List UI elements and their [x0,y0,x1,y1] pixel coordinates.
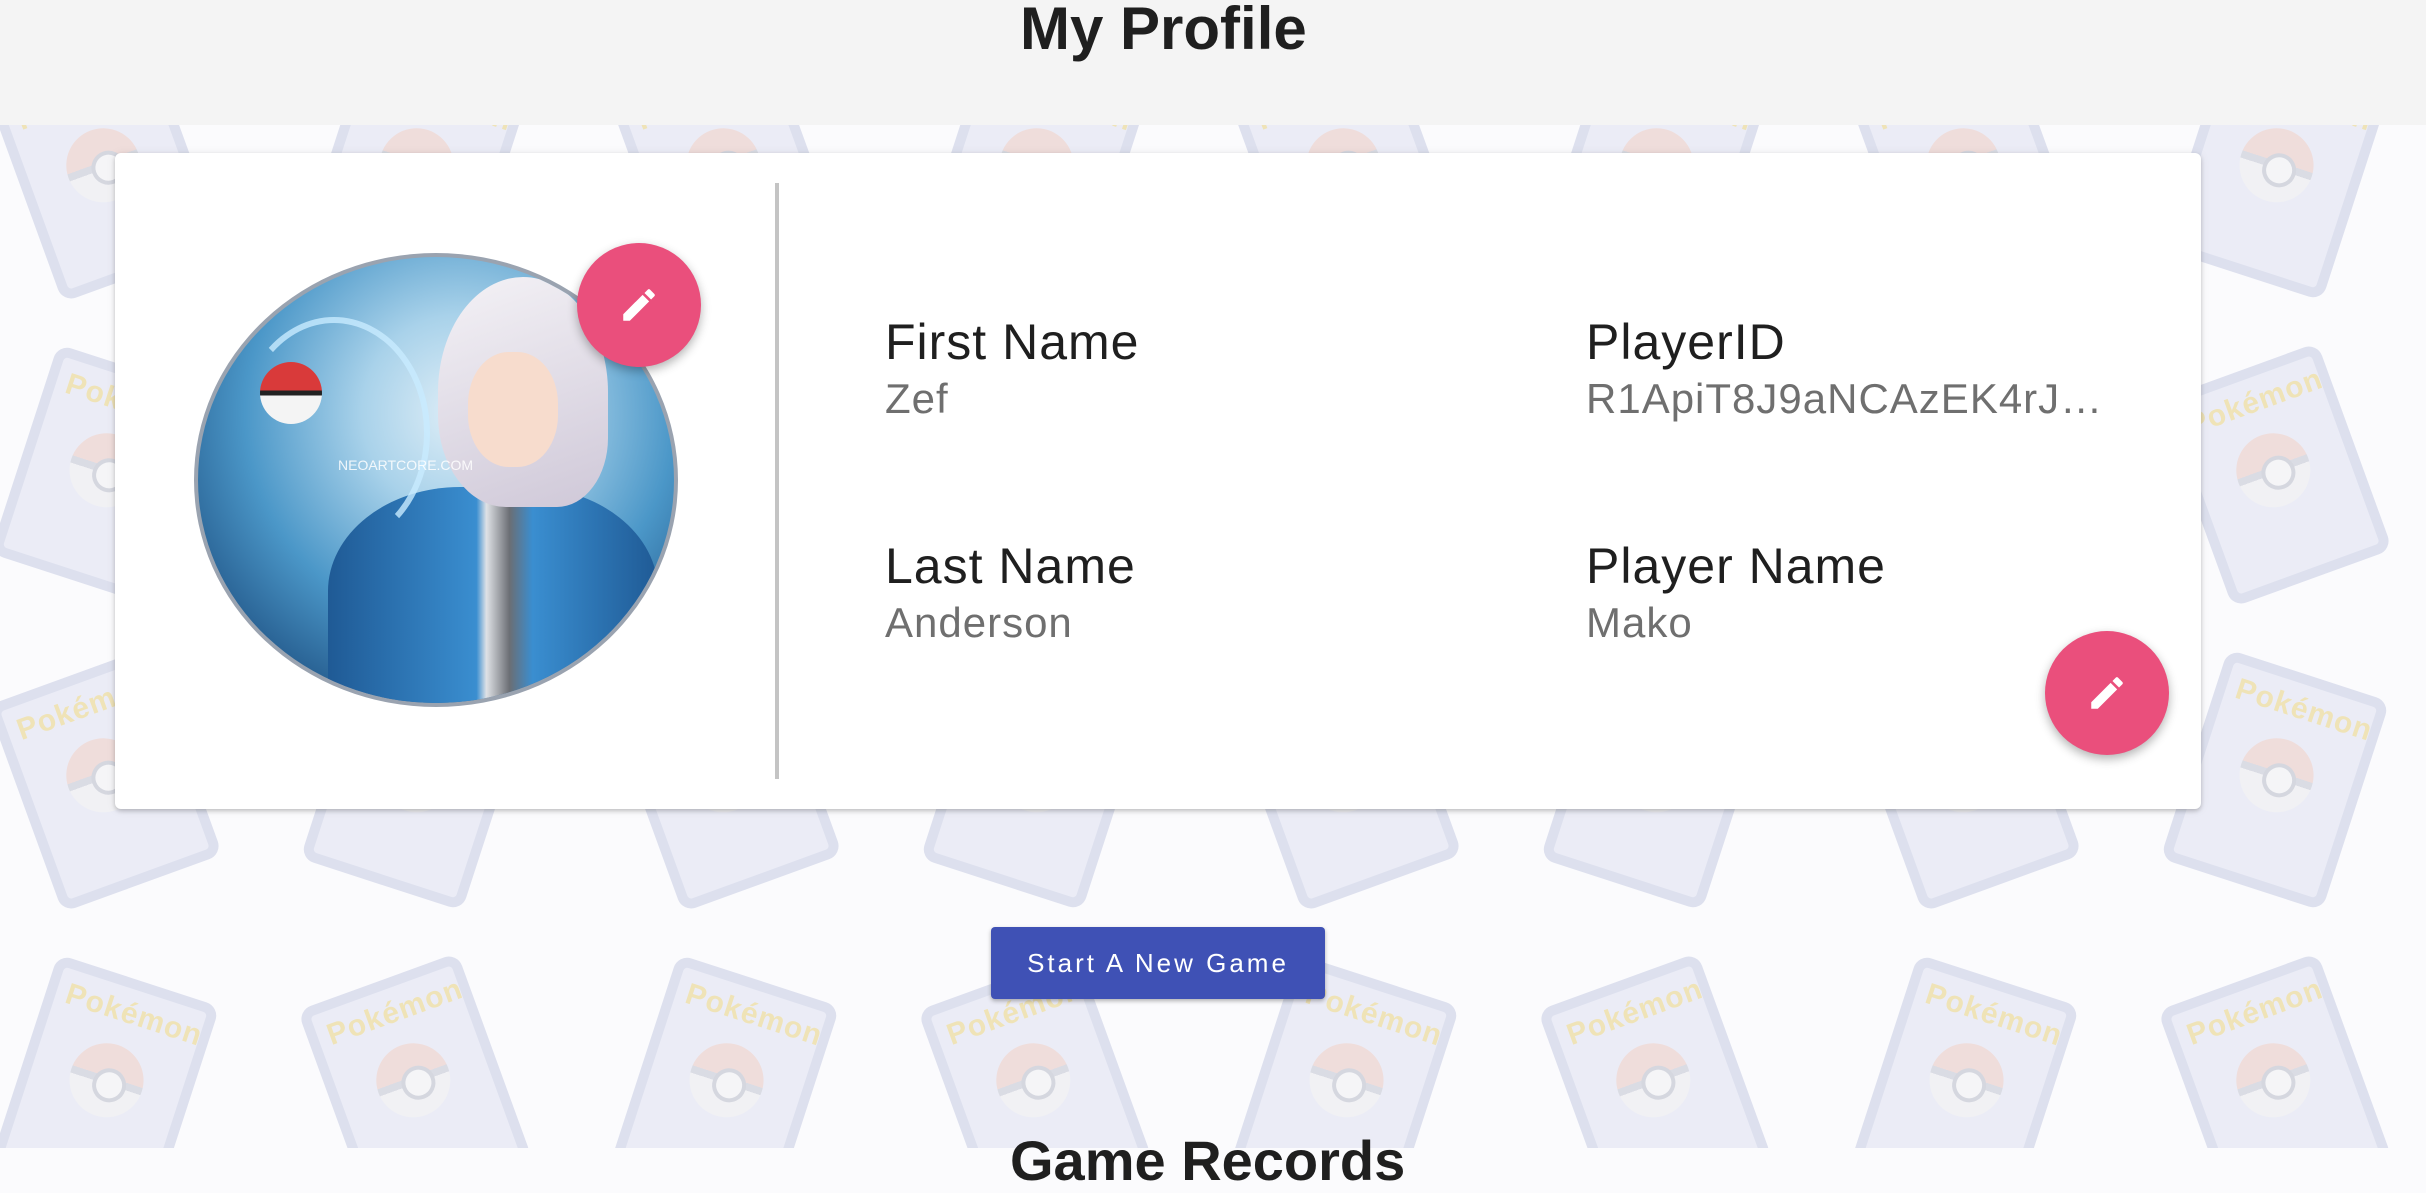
page-title: My Profile [1020,0,1307,62]
game-records-heading: Game Records [1010,1129,1406,1192]
background-card: Pokémon [2157,952,2393,1148]
player-name-label: Player Name [1586,538,1886,594]
first-name-value: Zef [885,375,949,422]
background-card-word: Pokémon [681,977,827,1053]
vertical-divider [775,183,779,779]
edit-profile-button[interactable] [2045,631,2169,755]
background-card-word: Pokémon [322,972,468,1052]
header-bar: My Profile [0,0,2426,125]
background-card: Pokémon [297,952,533,1148]
avatar-watermark: NEOARTCORE.COM [338,457,474,473]
background-card-word: Pokémon [2182,972,2328,1052]
background-card-word: Pokémon [2182,362,2328,442]
background-card-word: Pokémon [1921,977,2067,1053]
last-name-value: Anderson [885,599,1073,646]
first-name-label: First Name [885,314,1140,370]
pokeball-icon [260,362,322,424]
background-card: Pokémon [0,954,220,1148]
player-id-value: R1ApiT8J9aNCAzEK4rJO… [1586,375,2126,422]
background-card: Pokémon [610,954,840,1148]
profile-card: NEOARTCORE.COM First Name Zef Last Name … [115,153,2201,809]
background-card: Pokémon [1850,954,2080,1148]
player-id-label: PlayerID [1586,314,1786,370]
background-card: Pokémon [1537,952,1773,1148]
last-name-label: Last Name [885,538,1136,594]
start-new-game-button[interactable]: Start A New Game [991,927,1325,999]
pencil-icon [623,289,655,321]
player-name-value: Mako [1586,599,1693,646]
background-card-word: Pokémon [2231,672,2377,748]
background-card-word: Pokémon [61,977,207,1053]
edit-avatar-button[interactable] [577,243,701,367]
background-card-word: Pokémon [1562,972,1708,1052]
pencil-icon [2091,677,2123,709]
